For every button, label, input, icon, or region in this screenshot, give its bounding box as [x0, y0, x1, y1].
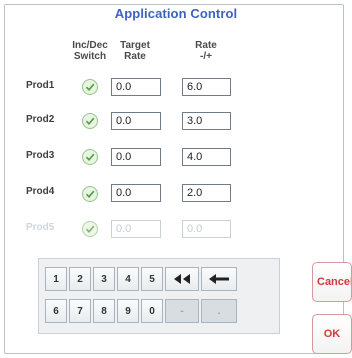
target-rate-input[interactable] — [111, 148, 161, 166]
target-rate-input[interactable] — [111, 184, 161, 202]
target-rate-input[interactable] — [111, 220, 161, 238]
header-target-rate: Target Rate — [112, 40, 158, 62]
inc-dec-switch-checkbox[interactable] — [82, 113, 98, 129]
cancel-button[interactable]: Cancel — [312, 262, 352, 302]
key-6[interactable]: 6 — [45, 299, 67, 323]
inc-dec-switch-checkbox[interactable] — [82, 186, 98, 202]
key-5[interactable]: 5 — [141, 267, 163, 291]
product-label: Prod1 — [26, 80, 55, 91]
inc-dec-switch-checkbox[interactable] — [82, 221, 98, 237]
double-back-arrow-icon — [174, 274, 190, 284]
checkmark-icon — [85, 83, 95, 91]
checkmark-icon — [85, 225, 95, 233]
backspace-key[interactable] — [201, 267, 237, 291]
checkmark-icon — [85, 190, 95, 198]
checkmark-icon — [85, 117, 95, 125]
inc-dec-switch-checkbox[interactable] — [82, 149, 98, 165]
product-label: Prod2 — [26, 114, 55, 125]
key-7[interactable]: 7 — [69, 299, 91, 323]
rate-adjust-input[interactable] — [182, 78, 231, 96]
header-target-line1: Target — [120, 40, 150, 51]
product-label: Prod3 — [26, 150, 55, 161]
numeric-keypad: 1 2 3 4 5 6 7 8 9 0 - . — [38, 258, 280, 334]
back-arrow-icon — [209, 274, 229, 284]
product-label: Prod4 — [26, 186, 55, 197]
rate-adjust-input[interactable] — [182, 220, 231, 238]
key-3[interactable]: 3 — [93, 267, 115, 291]
header-rate-line2: -/+ — [200, 51, 212, 62]
page-title: Application Control — [114, 6, 238, 21]
target-rate-input[interactable] — [111, 112, 161, 130]
checkmark-icon — [85, 153, 95, 161]
header-inc-dec-switch: Inc/Dec Switch — [64, 40, 116, 62]
header-rate-adjust: Rate -/+ — [186, 40, 226, 62]
header-rate-line1: Rate — [195, 40, 217, 51]
key-9[interactable]: 9 — [117, 299, 139, 323]
key-2[interactable]: 2 — [69, 267, 91, 291]
key-8[interactable]: 8 — [93, 299, 115, 323]
inc-dec-switch-checkbox[interactable] — [82, 79, 98, 95]
key-0[interactable]: 0 — [141, 299, 163, 323]
product-label: Prod5 — [26, 222, 55, 233]
rate-adjust-input[interactable] — [182, 184, 231, 202]
target-rate-input[interactable] — [111, 78, 161, 96]
clear-all-key[interactable] — [165, 267, 199, 291]
rate-adjust-input[interactable] — [182, 112, 231, 130]
key-decimal[interactable]: . — [201, 299, 237, 323]
header-switch-line2: Switch — [73, 51, 107, 62]
key-minus[interactable]: - — [165, 299, 199, 323]
rate-adjust-input[interactable] — [182, 148, 231, 166]
header-switch-line1: Inc/Dec — [72, 40, 108, 51]
header-target-line2: Rate — [124, 51, 146, 62]
ok-button[interactable]: OK — [312, 314, 352, 354]
key-4[interactable]: 4 — [117, 267, 139, 291]
key-1[interactable]: 1 — [45, 267, 67, 291]
